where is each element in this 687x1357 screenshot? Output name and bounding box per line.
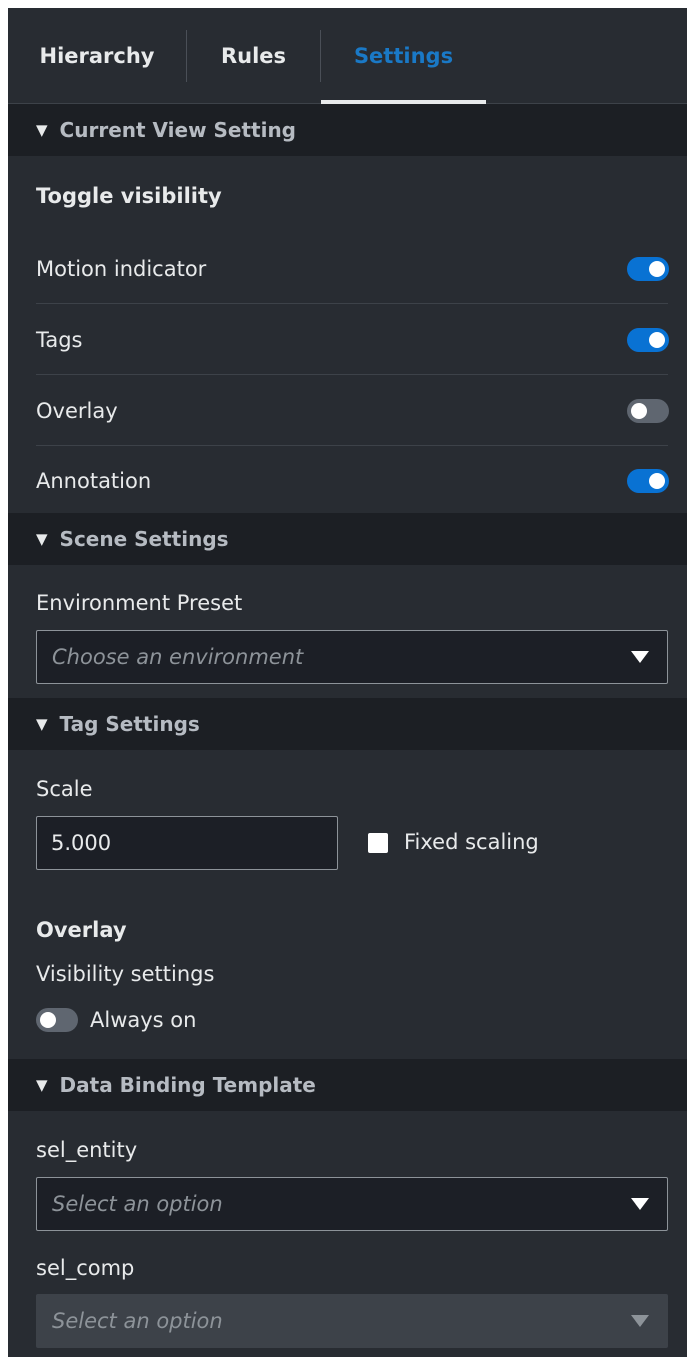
triangle-down-icon: ▼ <box>36 121 48 139</box>
sel-comp-label: sel_comp <box>36 1256 135 1280</box>
toggle-knob <box>40 1012 56 1028</box>
fixed-scaling-checkbox[interactable] <box>368 833 388 853</box>
tab-bar: Hierarchy Rules Settings <box>8 8 687 104</box>
annotation-toggle[interactable] <box>627 469 669 493</box>
tab-hierarchy[interactable]: Hierarchy <box>8 8 186 103</box>
section-title: Current View Setting <box>59 118 297 142</box>
select-placeholder: Choose an environment <box>52 645 304 669</box>
sel-entity-select[interactable]: Select an option <box>36 1177 668 1231</box>
scale-input[interactable]: 5.000 <box>36 816 338 870</box>
environment-select[interactable]: Choose an environment <box>36 630 668 684</box>
row-divider <box>36 303 668 304</box>
always-on-label: Always on <box>90 1008 197 1032</box>
tab-rules[interactable]: Rules <box>187 8 320 103</box>
toggle-knob <box>649 473 665 489</box>
triangle-down-icon: ▼ <box>36 715 48 733</box>
toggle-row-overlay: Overlay <box>36 376 669 446</box>
toggle-knob <box>649 332 665 348</box>
toggle-row-tags: Tags <box>36 305 669 375</box>
toggle-label: Tags <box>36 328 83 352</box>
scale-value: 5.000 <box>51 831 112 855</box>
toggle-label: Annotation <box>36 469 152 493</box>
caret-down-icon <box>631 1315 649 1327</box>
sel-entity-label: sel_entity <box>36 1138 138 1162</box>
motion-indicator-toggle[interactable] <box>627 257 669 281</box>
toggle-label: Overlay <box>36 399 118 423</box>
section-title: Data Binding Template <box>59 1073 316 1097</box>
always-on-toggle[interactable] <box>36 1008 78 1032</box>
tab-rules-label: Rules <box>220 43 287 68</box>
triangle-down-icon: ▼ <box>36 1076 48 1094</box>
overlay-toggle[interactable] <box>627 399 669 423</box>
tab-settings[interactable]: Settings <box>321 8 486 103</box>
tags-toggle[interactable] <box>627 328 669 352</box>
toggle-visibility-title: Toggle visibility <box>36 184 222 208</box>
section-header-tag-settings[interactable]: ▼ Tag Settings <box>8 698 687 750</box>
toggle-row-annotation: Annotation <box>36 446 669 516</box>
row-divider <box>36 374 668 375</box>
section-header-scene-settings[interactable]: ▼ Scene Settings <box>8 513 687 565</box>
caret-down-icon <box>631 651 649 663</box>
visibility-settings-label: Visibility settings <box>36 962 215 986</box>
section-title: Scene Settings <box>59 527 229 551</box>
section-header-data-binding[interactable]: ▼ Data Binding Template <box>8 1059 687 1111</box>
scale-label: Scale <box>36 777 93 801</box>
tab-hierarchy-label: Hierarchy <box>39 43 155 68</box>
environment-preset-label: Environment Preset <box>36 591 243 615</box>
settings-panel: Hierarchy Rules Settings ▼ Current View … <box>8 8 687 1357</box>
overlay-title: Overlay <box>36 918 127 942</box>
toggle-row-motion-indicator: Motion indicator <box>36 234 669 304</box>
triangle-down-icon: ▼ <box>36 530 48 548</box>
select-placeholder: Select an option <box>52 1192 223 1216</box>
tab-settings-label: Settings <box>353 43 454 68</box>
fixed-scaling-label: Fixed scaling <box>404 830 539 854</box>
toggle-label: Motion indicator <box>36 257 207 281</box>
toggle-knob <box>649 261 665 277</box>
section-header-current-view[interactable]: ▼ Current View Setting <box>8 104 687 156</box>
select-placeholder: Select an option <box>52 1309 223 1333</box>
toggle-knob <box>631 403 647 419</box>
caret-down-icon <box>631 1198 649 1210</box>
section-title: Tag Settings <box>59 712 200 736</box>
sel-comp-select[interactable]: Select an option <box>36 1294 668 1348</box>
